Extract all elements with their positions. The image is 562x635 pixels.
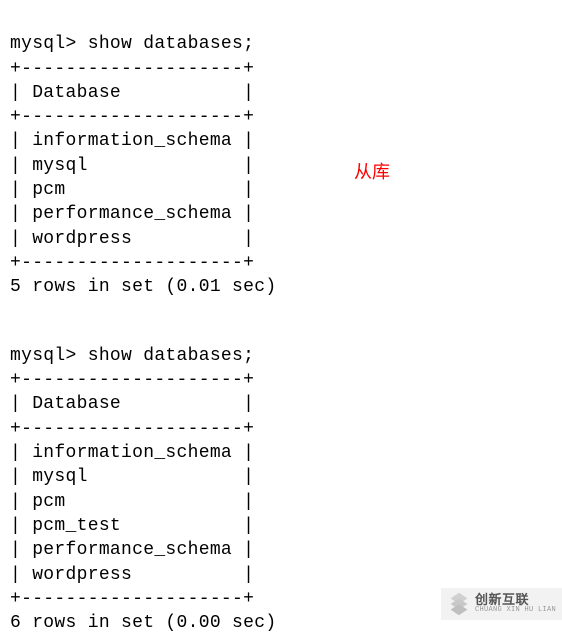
table-row: | performance_schema | [10, 540, 254, 560]
mysql-output-block-1: mysql> show databases; +----------------… [10, 8, 552, 300]
table-row: | information_schema | [10, 443, 254, 463]
watermark-text: 创新互联 CHUANG XIN HU LIAN [475, 594, 556, 614]
table-header: | Database | [10, 83, 254, 103]
watermark-logo-icon [445, 590, 473, 618]
watermark: 创新互联 CHUANG XIN HU LIAN [441, 588, 562, 620]
table-row: | performance_schema | [10, 204, 254, 224]
mysql-prompt-line: mysql> show databases; [10, 346, 254, 366]
table-row: | pcm | [10, 180, 254, 200]
mysql-prompt-line: mysql> show databases; [10, 34, 254, 54]
table-row: | mysql | [10, 156, 254, 176]
table-border-top: +--------------------+ [10, 370, 254, 390]
table-border-bottom: +--------------------+ [10, 589, 254, 609]
table-border-bottom: +--------------------+ [10, 253, 254, 273]
table-border-mid: +--------------------+ [10, 419, 254, 439]
table-row: | pcm_test | [10, 516, 254, 536]
table-header: | Database | [10, 394, 254, 414]
table-border-top: +--------------------+ [10, 59, 254, 79]
result-summary: 6 rows in set (0.00 sec) [10, 613, 276, 633]
table-row: | information_schema | [10, 131, 254, 151]
table-row: | wordpress | [10, 229, 254, 249]
annotation-label: 从库 [354, 160, 390, 184]
table-row: | pcm | [10, 492, 254, 512]
result-summary: 5 rows in set (0.01 sec) [10, 277, 276, 297]
table-border-mid: +--------------------+ [10, 107, 254, 127]
table-row: | mysql | [10, 467, 254, 487]
watermark-en: CHUANG XIN HU LIAN [475, 607, 556, 614]
table-row: | wordpress | [10, 565, 254, 585]
